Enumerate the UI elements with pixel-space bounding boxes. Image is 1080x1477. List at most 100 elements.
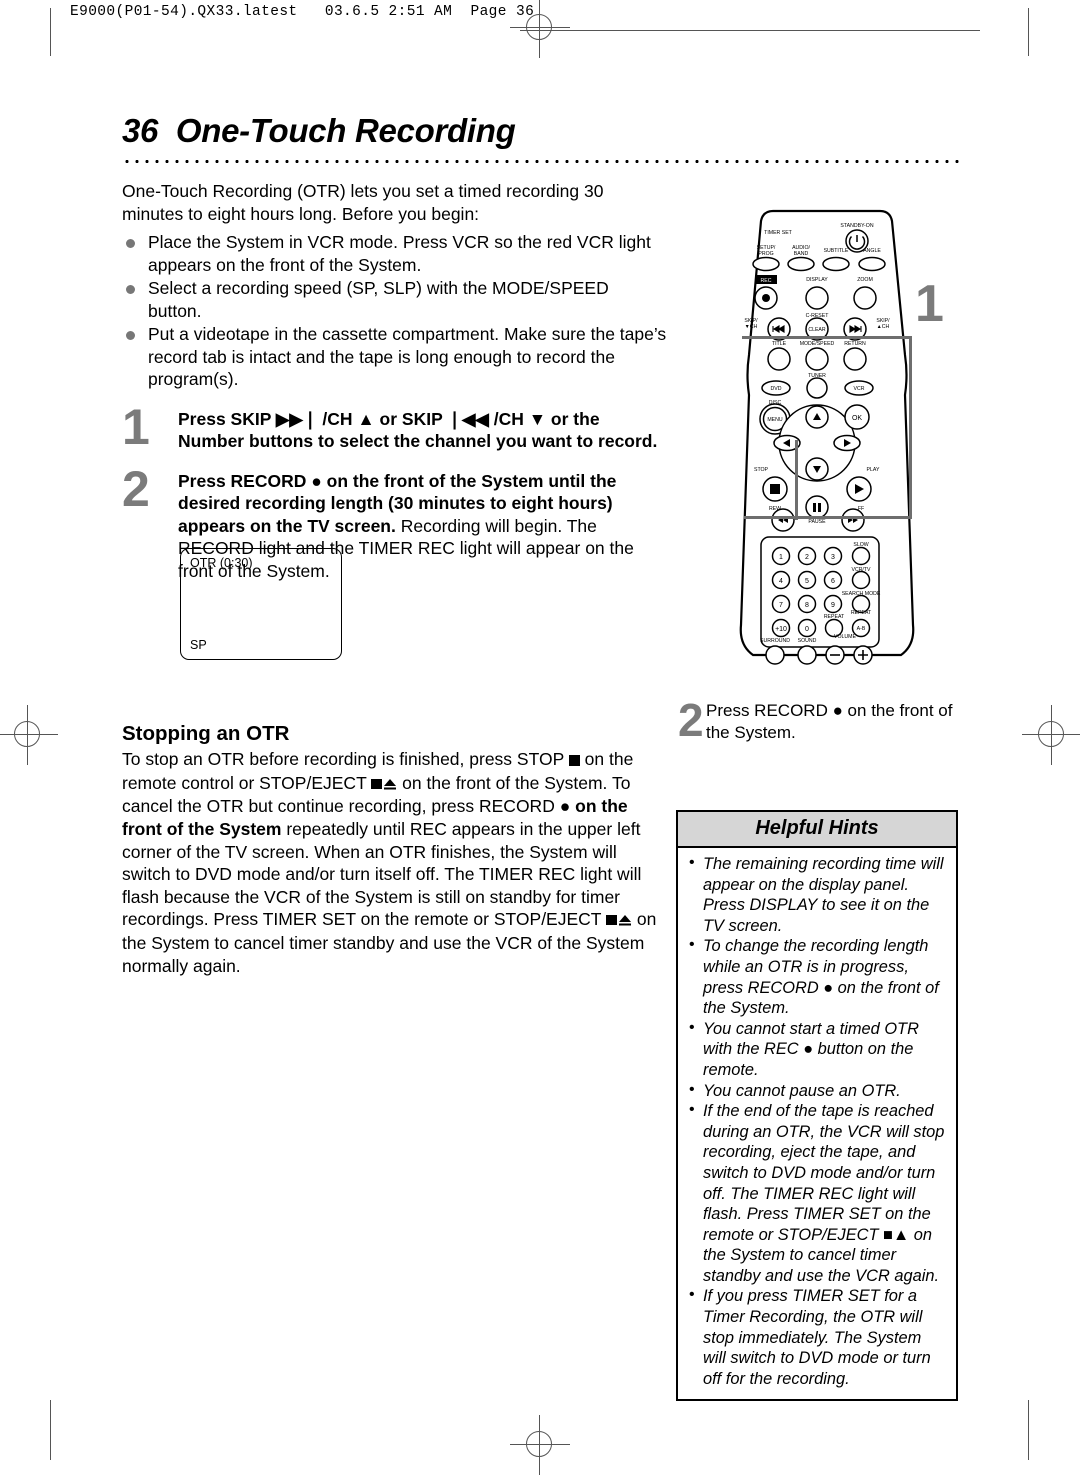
mode-speed-button (805, 347, 829, 371)
svg-text:PAUSE: PAUSE (808, 519, 826, 525)
svg-text:▲CH: ▲CH (877, 324, 890, 330)
list-item: You cannot start a timed OTR with the RE… (687, 1018, 947, 1081)
setup-prog-button (752, 256, 780, 272)
registration-vline (538, 1415, 541, 1475)
stop-eject-icon (606, 909, 632, 932)
registration-hline (510, 1443, 570, 1445)
svg-text:TITLE: TITLE (772, 341, 787, 347)
return-button (843, 347, 867, 371)
registration-mark-left (0, 705, 58, 765)
stopping-an-otr-body: To stop an OTR before recording is finis… (122, 748, 670, 977)
list-item: To change the recording length while an … (687, 935, 947, 1018)
crop-line-header-rule (520, 30, 980, 32)
svg-text:A-B: A-B (857, 626, 866, 632)
svg-text:3: 3 (831, 554, 835, 561)
leader-line-2-vertical (795, 440, 798, 520)
svg-text:7: 7 (779, 602, 783, 609)
helpful-hints-box: Helpful Hints The remaining recording ti… (676, 810, 958, 1402)
crop-line-top-right (1028, 8, 1030, 56)
callout-number-1: 1 (915, 275, 944, 333)
registration-vline (1050, 705, 1053, 765)
list-item: The remaining recording time will appear… (687, 853, 947, 936)
step-number: 1 (122, 398, 150, 455)
sound-button (797, 645, 817, 665)
audio-band-button (787, 256, 815, 272)
step-number: 2 (122, 460, 150, 517)
leader-line-1-horizontal (742, 336, 912, 339)
title-button (767, 347, 791, 371)
svg-text:OK: OK (852, 415, 862, 422)
svg-text:SUBTITLE: SUBTITLE (824, 248, 849, 254)
subtitle-button (822, 256, 850, 272)
list-item: Place the System in VCR mode. Press VCR … (122, 231, 667, 276)
tv-screen-otr-label: OTR (0:30) (190, 556, 253, 570)
svg-text:+10: +10 (775, 626, 787, 633)
slow-button (851, 546, 871, 566)
section-heading-stopping-an-otr: Stopping an OTR (122, 722, 290, 745)
svg-text:6: 6 (831, 578, 835, 585)
tv-screen-speed-label: SP (190, 638, 207, 652)
display-button (805, 286, 829, 310)
step-text-bold: Press SKIP ▶▶❘ /CH ▲ or SKIP ❘◀◀ /CH ▼ o… (178, 408, 658, 452)
list-item: You cannot pause an OTR. (687, 1080, 947, 1102)
surround-button (765, 645, 785, 665)
step-number: 2 (678, 694, 704, 746)
prerequisite-list: Place the System in VCR mode. Press VCR … (122, 231, 667, 391)
record-dot-icon (762, 294, 770, 302)
tuner-button (806, 377, 828, 399)
registration-mark-right (1022, 705, 1080, 765)
helpful-hints-list: The remaining recording time will appear… (678, 848, 956, 1399)
crop-line-bottom-right (1028, 1400, 1030, 1460)
registration-mark-bottom (510, 1415, 570, 1475)
svg-text:2: 2 (805, 554, 809, 561)
svg-text:4: 4 (779, 578, 783, 585)
registration-hline (510, 26, 570, 28)
step-1: 1 Press SKIP ▶▶❘ /CH ▲ or SKIP ❘◀◀ /CH ▼… (122, 402, 667, 453)
remote-label-standby-on: STANDBY-ON (840, 223, 873, 229)
svg-text:VCR: VCR (854, 386, 865, 392)
leader-line-1-vertical (909, 336, 912, 518)
registration-hline (1022, 733, 1080, 735)
angle-button (858, 256, 886, 272)
svg-text:0: 0 (805, 626, 809, 633)
zoom-button (853, 286, 877, 310)
page-title: 36 One-Touch Recording (122, 112, 516, 150)
intro-paragraph: One-Touch Recording (OTR) lets you set a… (122, 181, 604, 224)
svg-text:VOLUME: VOLUME (834, 634, 856, 640)
page-number: 36 (122, 112, 159, 149)
svg-text:PLAY: PLAY (867, 467, 880, 473)
svg-text:5: 5 (805, 578, 809, 585)
registration-vline (538, 0, 541, 58)
stop-eject-icon (371, 773, 397, 796)
step-text: Press SKIP ▶▶❘ /CH ▲ or SKIP ❘◀◀ /CH ▼ o… (178, 408, 667, 453)
svg-text:RETURN: RETURN (844, 341, 866, 347)
right-step-2: 2 Press RECORD ● on the front of the Sys… (678, 694, 976, 746)
stop-square-icon (568, 749, 580, 772)
registration-hline (0, 733, 58, 735)
svg-text:BAND: BAND (794, 251, 809, 257)
page-title-text: One-Touch Recording (175, 112, 516, 149)
svg-text:MODE/SPEED: MODE/SPEED (800, 341, 835, 347)
svg-text:ZOOM: ZOOM (857, 277, 873, 283)
svg-text:▼CH: ▼CH (745, 324, 758, 330)
svg-text:ANGLE: ANGLE (863, 248, 881, 254)
vcr-tv-button (851, 570, 871, 590)
list-item: If the end of the tape is reached during… (687, 1100, 947, 1286)
svg-text:SOUND: SOUND (798, 638, 817, 644)
stopping-para1-a: To stop an OTR before recording is finis… (122, 749, 569, 769)
list-item: Put a videotape in the cassette compartm… (122, 323, 667, 391)
main-content-column: One-Touch Recording (OTR) lets you set a… (122, 180, 667, 583)
svg-text:1: 1 (779, 554, 783, 561)
svg-text:8: 8 (805, 602, 809, 609)
printer-filename-header: E9000(P01-54).QX33.latest 03.6.5 2:51 AM… (70, 4, 535, 20)
svg-text:REPEAT: REPEAT (851, 610, 872, 616)
svg-text:DISPLAY: DISPLAY (806, 277, 828, 283)
list-item: Select a recording speed (SP, SLP) with … (122, 277, 667, 322)
stop-square-icon (770, 484, 780, 494)
pause-button (805, 495, 829, 519)
leader-line-2-horizontal (744, 516, 912, 519)
registration-vline (26, 705, 29, 765)
title-dotted-rule (122, 158, 962, 163)
list-item: If you press TIMER SET for a Timer Recor… (687, 1285, 947, 1389)
crop-line-bottom-left (50, 1400, 52, 1460)
